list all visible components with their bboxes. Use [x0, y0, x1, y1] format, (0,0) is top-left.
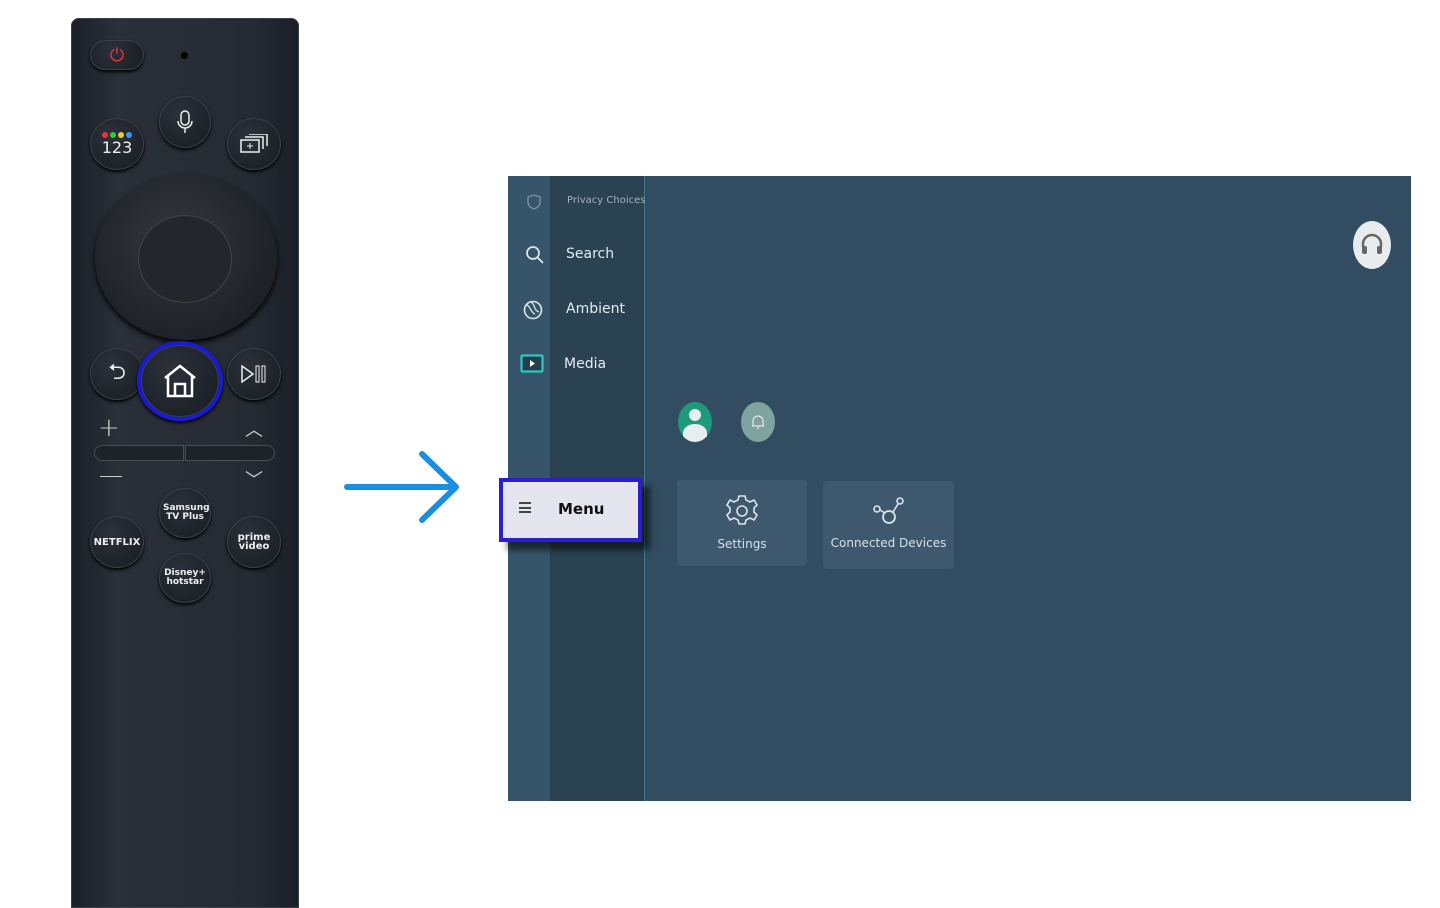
- channel-rocker[interactable]: [185, 445, 275, 461]
- voice-button[interactable]: [159, 96, 211, 148]
- home-icon: [164, 364, 196, 398]
- headset-icon: [1361, 233, 1383, 254]
- select-button[interactable]: [138, 215, 232, 303]
- media-icon: [520, 354, 544, 373]
- bell-icon: [752, 415, 764, 429]
- connected-devices-icon: [872, 497, 904, 524]
- play-pause-icon: [241, 365, 266, 383]
- prime-video-button[interactable]: prime video: [227, 516, 281, 568]
- play-pause-button[interactable]: [227, 348, 281, 400]
- sidebar-item-menu[interactable]: Menu: [499, 478, 642, 542]
- volume-plus-icon: +: [98, 413, 120, 443]
- profile-avatar[interactable]: [678, 402, 712, 442]
- gear-icon: [725, 495, 759, 525]
- multiview-icon: [240, 134, 268, 153]
- settings-tile[interactable]: Settings: [677, 480, 807, 566]
- volume-rocker[interactable]: [94, 445, 184, 461]
- home-button[interactable]: [137, 341, 223, 421]
- samsung-tv-plus-button[interactable]: Samsung TV Plus: [159, 488, 211, 538]
- search-icon: [526, 246, 544, 264]
- microphone-icon: [177, 110, 193, 133]
- notifications-button[interactable]: [741, 402, 775, 442]
- connected-devices-tile[interactable]: Connected Devices: [823, 481, 954, 569]
- hamburger-icon: [519, 502, 531, 513]
- power-button[interactable]: ⏻: [90, 40, 144, 70]
- multiview-button[interactable]: [227, 118, 281, 170]
- tv-remote: ⏻ 123 ⮌ + ︿ ﹀ Samsung TV Plus NETFLIX pr…: [71, 18, 299, 908]
- volume-minus-icon: [100, 476, 122, 477]
- back-button[interactable]: ⮌: [90, 348, 144, 400]
- channel-down-icon: ﹀: [245, 470, 263, 491]
- disney-hotstar-button[interactable]: Disney+ hotstar: [159, 553, 211, 603]
- microphone-hole: [181, 52, 188, 59]
- ambient-icon: [523, 300, 543, 320]
- tv-screen: Privacy Choices Search Ambient Media Men…: [499, 176, 1411, 801]
- number-label: 123: [101, 137, 133, 157]
- color-number-button[interactable]: 123: [90, 118, 144, 170]
- arrow-icon: [344, 451, 459, 523]
- shield-icon: [527, 194, 541, 210]
- channel-up-icon: ︿: [245, 420, 263, 441]
- support-button[interactable]: [1353, 221, 1391, 269]
- netflix-button[interactable]: NETFLIX: [90, 516, 144, 568]
